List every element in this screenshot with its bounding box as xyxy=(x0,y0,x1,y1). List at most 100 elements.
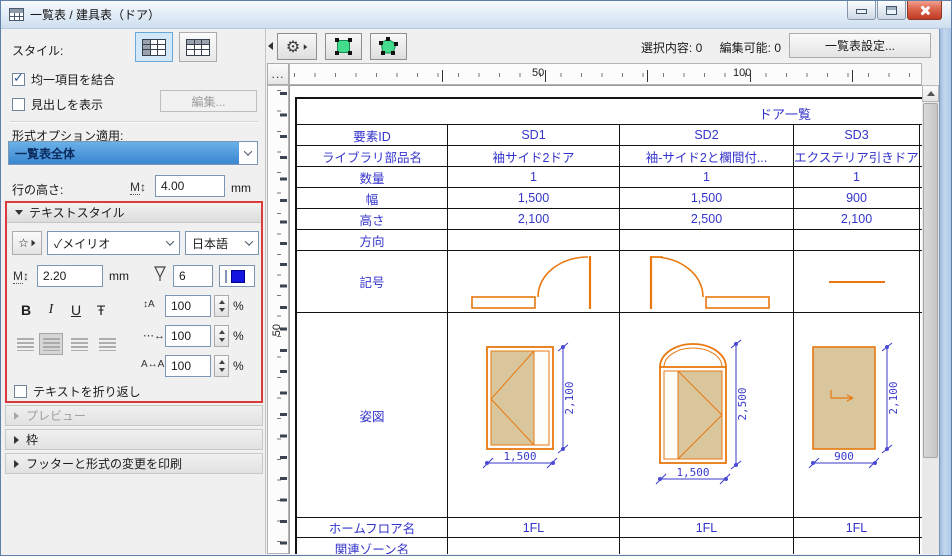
row-label-cell[interactable]: 方向 xyxy=(297,230,448,251)
width-factor-input[interactable]: 100 xyxy=(165,325,211,347)
value-cell[interactable]: SD1 xyxy=(448,125,620,146)
char-spacing-input[interactable]: 100 xyxy=(165,355,211,377)
font-dropdown[interactable]: ✓メイリオ xyxy=(47,231,180,255)
ruler-options-button[interactable]: ... xyxy=(267,63,289,85)
value-cell[interactable] xyxy=(620,230,794,251)
close-icon xyxy=(919,5,930,16)
vertical-ruler[interactable]: 50 xyxy=(267,85,289,554)
value-cell[interactable]: 2,100 xyxy=(448,209,620,230)
scroll-up-button[interactable] xyxy=(922,85,939,102)
table-title-row[interactable]: ドア一覧 xyxy=(297,99,922,125)
row-label-cell[interactable]: 関連ゾーン名 xyxy=(297,538,448,554)
line-spacing-input[interactable]: 100 xyxy=(165,295,211,317)
row-label-cell[interactable]: 高さ xyxy=(297,209,448,230)
value-cell[interactable]: 2,500 xyxy=(620,209,794,230)
schedule-settings-button[interactable]: 一覧表設定... xyxy=(789,33,931,58)
value-cell[interactable]: 1 xyxy=(620,167,794,188)
merge-items-checkbox[interactable]: 均一項目を結合 xyxy=(12,71,115,88)
value-cell[interactable]: 1FL xyxy=(448,518,620,538)
titlebar[interactable]: 一覧表 / 建具表（ドア） xyxy=(1,1,951,29)
section-frame[interactable]: 枠 xyxy=(5,429,263,450)
window-border xyxy=(939,29,951,555)
row-label-cell[interactable]: 記号 xyxy=(297,251,448,313)
value-cell[interactable]: 1,500 xyxy=(448,188,620,209)
align-center-button[interactable] xyxy=(39,333,63,355)
row-label-cell[interactable]: 数量 xyxy=(297,167,448,188)
row-label-cell[interactable]: ホームフロア名 xyxy=(297,518,448,538)
select-area-button[interactable] xyxy=(325,33,362,60)
window-controls xyxy=(846,1,942,20)
value-cell[interactable]: 袖-サイド2と欄間付... xyxy=(620,146,794,167)
horizontal-ruler[interactable]: 50 100 xyxy=(289,63,922,85)
row-label-cell[interactable]: 幅 xyxy=(297,188,448,209)
row-label-cell[interactable]: 姿図 xyxy=(297,313,448,518)
value-cell[interactable] xyxy=(794,230,920,251)
width-factor-value: 100 xyxy=(171,329,192,343)
style-merged-button[interactable] xyxy=(135,32,173,62)
row-handle-marks[interactable] xyxy=(280,92,287,553)
align-right-button[interactable] xyxy=(67,333,91,355)
value-cell[interactable]: 1FL xyxy=(620,518,794,538)
minimize-button[interactable] xyxy=(847,1,876,20)
value-cell[interactable]: SD3 xyxy=(794,125,920,146)
elevation-cell-sd3[interactable]: 2,100 900 xyxy=(794,313,920,518)
scrollbar-thumb[interactable] xyxy=(923,103,938,458)
font-size-input[interactable]: 2.20 xyxy=(37,265,103,287)
sd1-plan-symbol xyxy=(470,255,591,309)
width-factor-stepper[interactable] xyxy=(214,325,229,347)
section-footer-print[interactable]: フッターと形式の変更を印刷 xyxy=(5,453,263,474)
symbol-cell-sd1[interactable] xyxy=(448,251,620,313)
value-cell[interactable]: 2,100 xyxy=(794,209,920,230)
value-cell[interactable]: エクステリア引きドア xyxy=(794,146,920,167)
value-cell[interactable]: 1FL xyxy=(794,518,920,538)
format-option-dropdown[interactable]: 一覧表全体 xyxy=(8,141,258,165)
row-height-unit: mm xyxy=(231,181,251,195)
edit-button[interactable]: 編集... xyxy=(160,90,257,112)
text-style-section-header[interactable]: テキストスタイル xyxy=(7,203,261,223)
value-cell[interactable]: 900 xyxy=(794,188,920,209)
close-button[interactable] xyxy=(907,1,942,20)
value-cell[interactable] xyxy=(794,538,920,554)
sd2-elevation-drawing: 2,500 1,500 xyxy=(655,339,749,484)
settings-gear-button[interactable]: ⚙ xyxy=(277,33,317,60)
value-cell[interactable]: SD2 xyxy=(620,125,794,146)
show-headline-checkbox[interactable]: 見出しを表示 xyxy=(12,96,103,113)
align-left-button[interactable] xyxy=(13,333,37,355)
align-justify-button[interactable] xyxy=(95,333,119,355)
pen-number-input[interactable]: 6 xyxy=(173,265,213,287)
row-height-input[interactable]: 4.00 xyxy=(155,175,225,197)
value-cell[interactable]: 1 xyxy=(794,167,920,188)
maximize-button[interactable] xyxy=(877,1,906,20)
style-header-button[interactable] xyxy=(179,32,217,62)
elevation-cell-sd2[interactable]: 2,500 1,500 xyxy=(620,313,794,518)
elevation-cell-sd1[interactable]: 2,100 1,500 xyxy=(448,313,620,518)
row-label-cell[interactable]: 要素ID xyxy=(297,125,448,146)
underline-button[interactable]: U xyxy=(65,299,87,321)
language-dropdown[interactable]: 日本語 xyxy=(185,231,259,255)
text-style-highlight-box: テキストスタイル ☆ ✓メイリオ 日本語 M↕ 2.20 mm 6 B I U … xyxy=(5,201,263,403)
row-label-cell[interactable]: ライブラリ部品名 xyxy=(297,146,448,167)
value-cell[interactable]: 1 xyxy=(448,167,620,188)
italic-button[interactable]: I xyxy=(40,299,62,321)
section-preview[interactable]: プレビュー xyxy=(5,405,263,426)
value-cell[interactable] xyxy=(448,230,620,251)
line-spacing-stepper[interactable] xyxy=(214,295,229,317)
symbol-cell-sd2[interactable] xyxy=(620,251,794,313)
bold-button[interactable]: B xyxy=(15,299,37,321)
collapse-panel-icon[interactable] xyxy=(268,42,273,50)
strikethrough-button[interactable]: Ŧ xyxy=(90,299,112,321)
value-cell[interactable] xyxy=(448,538,620,554)
schedule-canvas[interactable]: ドア一覧 要素ID SD1 SD2 SD3 ライブラリ部品名 袖サイド2ドア 袖… xyxy=(289,85,922,554)
select-polygon-button[interactable] xyxy=(370,33,407,60)
value-cell[interactable]: 袖サイド2ドア xyxy=(448,146,620,167)
vertical-scrollbar[interactable] xyxy=(922,85,939,554)
pen-color-button[interactable] xyxy=(219,265,255,287)
symbol-cell-sd3[interactable] xyxy=(794,251,920,313)
value-cell[interactable]: 1,500 xyxy=(620,188,794,209)
wrap-text-checkbox[interactable]: テキストを折り返し xyxy=(14,383,141,400)
char-spacing-stepper[interactable] xyxy=(214,355,229,377)
edit-button-label: 編集... xyxy=(191,94,226,109)
favorites-button[interactable]: ☆ xyxy=(12,231,42,255)
format-option-value: 一覧表全体 xyxy=(9,142,239,164)
value-cell[interactable] xyxy=(620,538,794,554)
